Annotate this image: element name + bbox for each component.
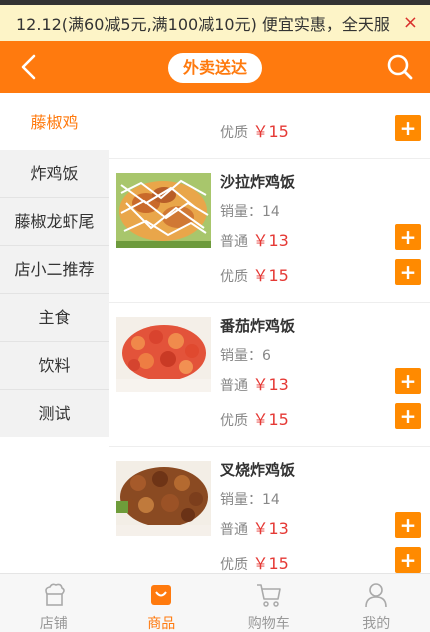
product-sales: 销量：6 [220,348,271,364]
food-image [116,461,211,536]
premium-price: ￥15 [252,122,289,141]
tab-label: 店铺 [39,616,68,632]
product-name: 番茄炸鸡饭 [220,317,296,335]
back-arrow-icon[interactable] [16,53,44,81]
tab-shop[interactable]: 店铺 [0,574,108,632]
bottom-tab-bar: 店铺 商品 购物车 我的 [0,573,430,632]
category-item-tengjiaoji[interactable]: 藤椒鸡 [0,93,109,150]
category-sidebar: 藤椒鸡 炸鸡饭 藤椒龙虾尾 店小二推荐 主食 饮料 测试 [0,93,109,573]
normal-label: 普通 [220,378,248,394]
category-item-drinks[interactable]: 饮料 [0,342,109,390]
product-sales: 销量：14 [220,204,280,220]
product-sales: 销量：14 [220,492,280,508]
product-item: 番茄炸鸡饭 销量：6 普通 ￥13 + 优质 ￥15 + [109,303,430,447]
tab-label: 商品 [147,616,176,632]
product-item: 叉烧炸鸡饭 销量：14 普通 ￥13 + 优质 ￥15 + [109,447,430,573]
add-button-premium[interactable]: + [395,403,421,429]
premium-label: 优质 [220,557,248,573]
add-button-normal[interactable]: + [395,224,421,250]
premium-label: 优质 [220,413,248,429]
product-item: 沙拉炸鸡饭 销量：14 普通 ￥13 + 优质 ￥15 + [109,159,430,303]
category-item-longxiawei[interactable]: 藤椒龙虾尾 [0,198,109,246]
product-name: 沙拉炸鸡饭 [220,173,296,191]
category-item-staple[interactable]: 主食 [0,294,109,342]
cart-icon [256,584,281,607]
product-name: 叉烧炸鸡饭 [220,461,296,479]
food-image [116,317,211,392]
tab-goods[interactable]: 商品 [108,574,216,632]
normal-price: ￥13 [252,375,289,394]
premium-price-row: 优质 ￥15 [220,406,289,430]
premium-price: ￥15 [252,410,289,429]
normal-price-row: 普通 ￥13 [220,371,289,395]
normal-price: ￥13 [252,231,289,250]
premium-label: 优质 [220,269,248,285]
product-item: 优质 ￥15 + [109,93,430,159]
premium-price: ￥15 [252,266,289,285]
category-item-recommend[interactable]: 店小二推荐 [0,246,109,294]
add-button-premium[interactable]: + [395,115,421,141]
shop-icon [44,583,65,606]
app-header: 外卖送达 [0,41,430,93]
user-icon [365,583,388,608]
product-list: 优质 ￥15 + 沙拉炸鸡饭 销量：14 普通 ￥13 + 优质 ￥15 + 番… [109,93,430,573]
sidebar-filler [0,437,109,573]
normal-price: ￥13 [252,519,289,538]
normal-price-row: 普通 ￥13 [220,515,289,539]
add-button-premium[interactable]: + [395,259,421,285]
premium-price-row: 优质 ￥15 [220,118,289,142]
promo-notice-text: 12.12(满60减5元,满100减10元) 便宜实惠，全天服 [16,15,390,34]
normal-label: 普通 [220,234,248,250]
close-icon[interactable]: × [403,12,418,34]
page-title: 外卖送达 [168,53,262,83]
normal-label: 普通 [220,522,248,538]
premium-price-row: 优质 ￥15 [220,262,289,286]
category-item-test[interactable]: 测试 [0,390,109,438]
premium-price-row: 优质 ￥15 [220,550,289,573]
promo-notice-bar: 12.12(满60减5元,满100减10元) 便宜实惠，全天服 × [0,5,430,41]
add-button-normal[interactable]: + [395,512,421,538]
tab-cart[interactable]: 购物车 [215,574,323,632]
tab-label: 购物车 [247,616,290,632]
premium-price: ￥15 [252,554,289,573]
add-button-normal[interactable]: + [395,368,421,394]
food-image [116,173,211,248]
normal-price-row: 普通 ￥13 [220,227,289,251]
category-item-zhajifan[interactable]: 炸鸡饭 [0,150,109,198]
goods-icon [151,585,172,605]
tab-mine[interactable]: 我的 [323,574,430,632]
tab-label: 我的 [362,616,391,632]
search-icon[interactable] [386,53,414,81]
add-button-premium[interactable]: + [395,547,421,573]
premium-label: 优质 [220,125,248,141]
